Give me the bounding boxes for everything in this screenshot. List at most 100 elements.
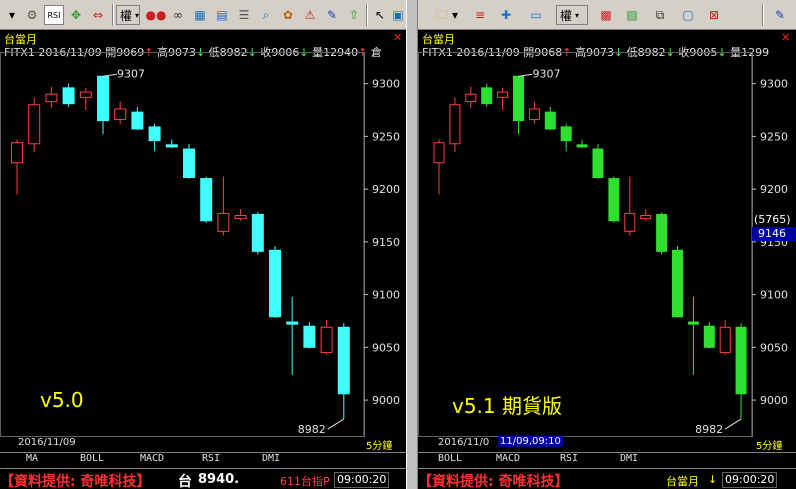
candle-body [624, 212, 636, 232]
annotation-leader [102, 73, 118, 77]
annotation-label: 8982 [298, 423, 326, 436]
candle-body [200, 178, 213, 222]
tab-ma[interactable]: MA [26, 453, 38, 464]
period-label: 5分鐘 [756, 441, 783, 452]
candle-body [433, 142, 445, 164]
chart-down-icon[interactable]: ▨ [622, 5, 642, 25]
status-item: 台當月 [666, 475, 699, 488]
plot-frame [0, 52, 365, 437]
version-label: v5.1 期貨版 [452, 394, 562, 418]
candle-body [560, 126, 572, 142]
y-tick-label: 9300 [372, 78, 400, 91]
candle-body [217, 212, 230, 232]
annotation-leader [724, 418, 742, 430]
chart-up-icon[interactable]: ▩ [596, 5, 616, 25]
y-tick-label: 9250 [372, 130, 400, 143]
plot-frame [418, 52, 753, 437]
candle-body [735, 326, 747, 395]
candle-body [672, 249, 683, 318]
candle-body [528, 108, 540, 121]
right-toolbar: 🗀 ▾ ≡ ✚ ▭ 權 ▾ ▩ ▨ ⧉ ▢ ⊠ ✎ [418, 0, 796, 30]
period-label: 5分鐘 [366, 441, 393, 452]
candle-body [481, 87, 493, 105]
bottom-date: 2016/11/0 [438, 437, 490, 448]
ticker-prefix: 台 [178, 474, 192, 489]
move-icon[interactable]: ✥ [66, 5, 86, 25]
indicator-tab-bar: MA BOLL MACD RSI DMI [0, 452, 406, 466]
candle-body [62, 87, 75, 105]
status-bar: 【資料提供: 奇唯科技】 台當月 ↓ 09:00:20 [418, 468, 796, 489]
close-icon[interactable]: ✕ [393, 31, 402, 44]
layout-icon[interactable]: ▣ [388, 5, 406, 25]
list-icon[interactable]: ☰ [234, 5, 254, 25]
folder-icon[interactable]: 🗀 [432, 5, 452, 25]
indicator-icon[interactable]: ●● [146, 5, 167, 25]
close-icon[interactable]: ✕ [781, 31, 790, 44]
tab-rsi[interactable]: RSI [202, 453, 220, 464]
tab-macd[interactable]: MACD [496, 453, 520, 464]
pane-splitter[interactable] [406, 0, 418, 489]
data-icon[interactable]: ▦ [190, 5, 210, 25]
cursor-icon[interactable]: ↖ [370, 5, 390, 25]
alert-icon[interactable]: ⚠ [300, 5, 320, 25]
data-provider: 【資料提供: 奇唯科技】 [0, 474, 151, 489]
candle-body [544, 111, 556, 130]
candle-body [656, 213, 668, 252]
settings-icon[interactable]: ⚙ [22, 5, 42, 25]
copy-icon[interactable]: ⧉ [650, 5, 670, 25]
annotation-label: 8982 [695, 423, 723, 436]
tab-macd[interactable]: MACD [140, 453, 164, 464]
weight-dropdown[interactable]: 權 ▾ [116, 5, 140, 25]
palette-icon[interactable]: ✿ [278, 5, 298, 25]
chevron-down-icon: ▾ [575, 10, 580, 20]
tab-boll[interactable]: BOLL [438, 453, 462, 464]
candle-body [114, 108, 127, 121]
tab-rsi[interactable]: RSI [560, 453, 578, 464]
annotation-leader [518, 73, 533, 77]
tab-dmi[interactable]: DMI [262, 453, 280, 464]
y-tick-label: 9050 [760, 341, 788, 354]
bar-icon[interactable]: ≡ [470, 5, 490, 25]
chevron-down-icon[interactable]: ▾ [450, 5, 460, 25]
version-label: v5.0 [40, 388, 84, 412]
candle-body [465, 93, 477, 103]
tab-boll[interactable]: BOLL [80, 453, 104, 464]
status-time: 09:00:20 [722, 472, 778, 488]
data-provider: 【資料提供: 奇唯科技】 [418, 474, 569, 489]
weight-dropdown[interactable]: 權 ▾ [556, 5, 588, 25]
ticker-value: 8940. [198, 472, 240, 487]
chevron-down-icon: ▾ [135, 10, 140, 20]
pen-icon[interactable]: ✎ [322, 5, 342, 25]
candle-body [576, 144, 588, 148]
dropdown-arrow-icon[interactable]: ↓ [708, 473, 717, 486]
search-icon[interactable]: ⌕ [256, 5, 276, 25]
candle-body [449, 104, 461, 145]
y-tick-label: 9150 [372, 236, 400, 249]
rsi-icon[interactable]: RSI [44, 5, 64, 25]
y-tick-label: 9200 [760, 183, 788, 196]
close-window-icon[interactable]: ⊠ [704, 5, 724, 25]
glasses-icon[interactable]: ∞ [168, 5, 188, 25]
candle-body [97, 75, 109, 122]
annotation-leader [327, 418, 345, 430]
candle-body [640, 214, 652, 220]
y-tick-label: 9250 [760, 130, 788, 143]
tab-dmi[interactable]: DMI [620, 453, 638, 464]
candle-body [148, 126, 161, 142]
crosshair-icon[interactable]: ✚ [496, 5, 516, 25]
pen-icon[interactable]: ✎ [770, 5, 790, 25]
up-arrow-icon[interactable]: ⇧ [344, 5, 364, 25]
y-tick-label: 9050 [372, 341, 400, 354]
ticker-item: 611台指P [280, 475, 330, 488]
candle-body [687, 321, 699, 325]
candle-body [320, 326, 333, 354]
candle-body [269, 249, 281, 318]
grid-icon[interactable]: ▤ [212, 5, 232, 25]
crosshair-time: 11/09,09:10 [498, 436, 563, 447]
dropdown-arrow-icon[interactable]: ▾ [2, 5, 22, 25]
layout-icon[interactable]: ▭ [526, 5, 546, 25]
left-chart-window: ▾ ⚙ RSI ✥ ⇔ 權 ▾ ●● ∞ ▦ ▤ ☰ ⌕ ✿ ⚠ ✎ ⇧ ↖ ▣ … [0, 0, 406, 489]
y-tick-label: 9000 [372, 394, 400, 407]
resize-icon[interactable]: ⇔ [88, 5, 108, 25]
window-icon[interactable]: ▢ [678, 5, 698, 25]
